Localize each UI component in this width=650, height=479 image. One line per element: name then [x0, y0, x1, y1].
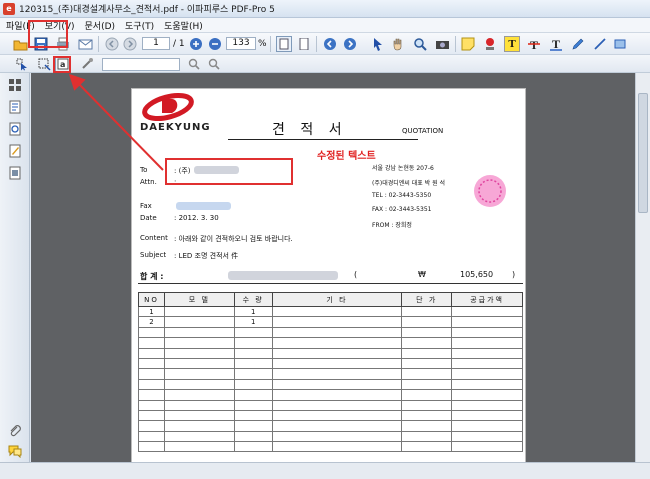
- pointer-arrow: [68, 73, 164, 171]
